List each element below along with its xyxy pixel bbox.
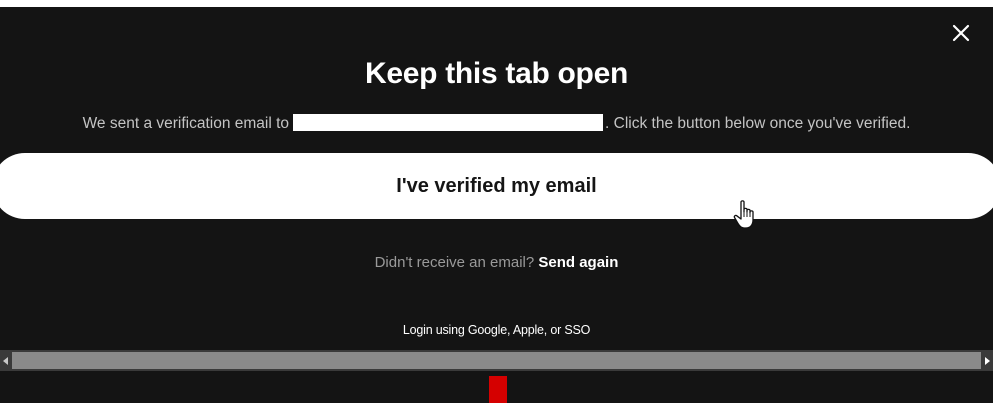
verification-message: We sent a verification email to . Click t…: [0, 114, 993, 133]
resend-prompt: Didn't receive an email?: [374, 254, 535, 271]
dialog-title: Keep this tab open: [365, 57, 628, 90]
horizontal-scrollbar[interactable]: [0, 350, 993, 371]
hand-pointer-cursor-icon: [733, 200, 754, 229]
alternate-login-link[interactable]: Login using Google, Apple, or SSO: [0, 323, 993, 337]
verification-dialog: Keep this tab open We sent a verificatio…: [0, 7, 993, 403]
scrollbar-thumb[interactable]: [12, 352, 981, 369]
message-suffix: . Click the button below once you've ver…: [605, 115, 911, 132]
close-button[interactable]: [947, 19, 975, 47]
scroll-right-arrow-icon: [985, 356, 990, 365]
scroll-left-arrow-icon: [3, 356, 8, 365]
scroll-right-button[interactable]: [981, 350, 993, 371]
verified-email-button[interactable]: I've verified my email: [0, 153, 993, 219]
redacted-email: [293, 114, 604, 131]
close-icon: [952, 24, 970, 42]
scroll-left-button[interactable]: [0, 350, 12, 371]
resend-row: Didn't receive an email? Send again: [0, 254, 993, 271]
send-again-link[interactable]: Send again: [538, 254, 618, 271]
red-indicator: [489, 376, 507, 403]
message-prefix: We sent a verification email to: [82, 115, 290, 132]
